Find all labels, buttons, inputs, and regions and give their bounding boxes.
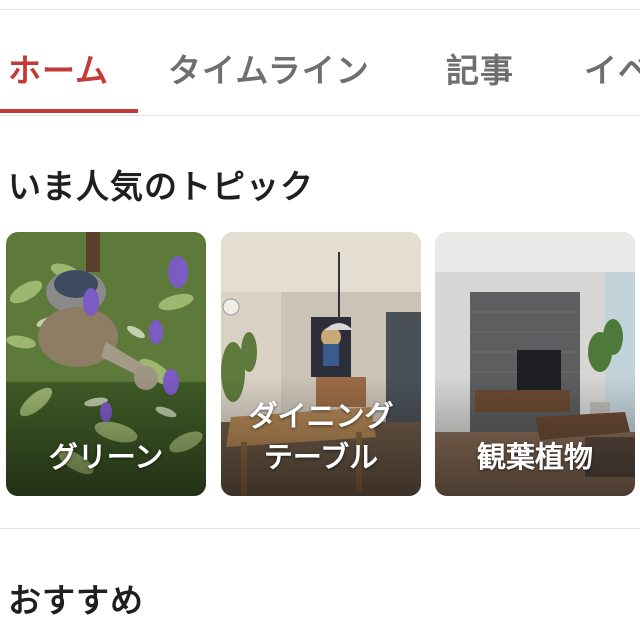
topic-card-houseplants[interactable]: 観葉植物	[435, 232, 635, 496]
topic-card-label: グリーン	[48, 440, 164, 474]
tab-bar: ホーム タイムライン 記事 イベ	[0, 10, 640, 116]
recommend-title: おすすめ	[8, 581, 144, 620]
top-divider	[0, 0, 640, 10]
tab-articles[interactable]: 記事	[446, 44, 514, 92]
tab-timeline[interactable]: タイムライン	[168, 44, 370, 92]
topic-card-label: 観葉植物	[476, 440, 593, 474]
topic-card-label: ダイニング テーブル	[248, 399, 394, 474]
trending-topics-title: いま人気のトピック	[8, 167, 314, 206]
tab-home[interactable]: ホーム	[8, 44, 109, 92]
tab-events[interactable]: イベ	[584, 44, 640, 92]
topic-card-dining-table[interactable]: ダイニング テーブル	[221, 232, 421, 496]
topic-card-green[interactable]: グリーン	[6, 232, 206, 496]
active-tab-indicator	[0, 109, 138, 113]
section-divider	[0, 528, 640, 529]
app-screen: ホーム タイムライン 記事 イベ いま人気のトピック グリーン ダイニング テー…	[0, 0, 640, 640]
